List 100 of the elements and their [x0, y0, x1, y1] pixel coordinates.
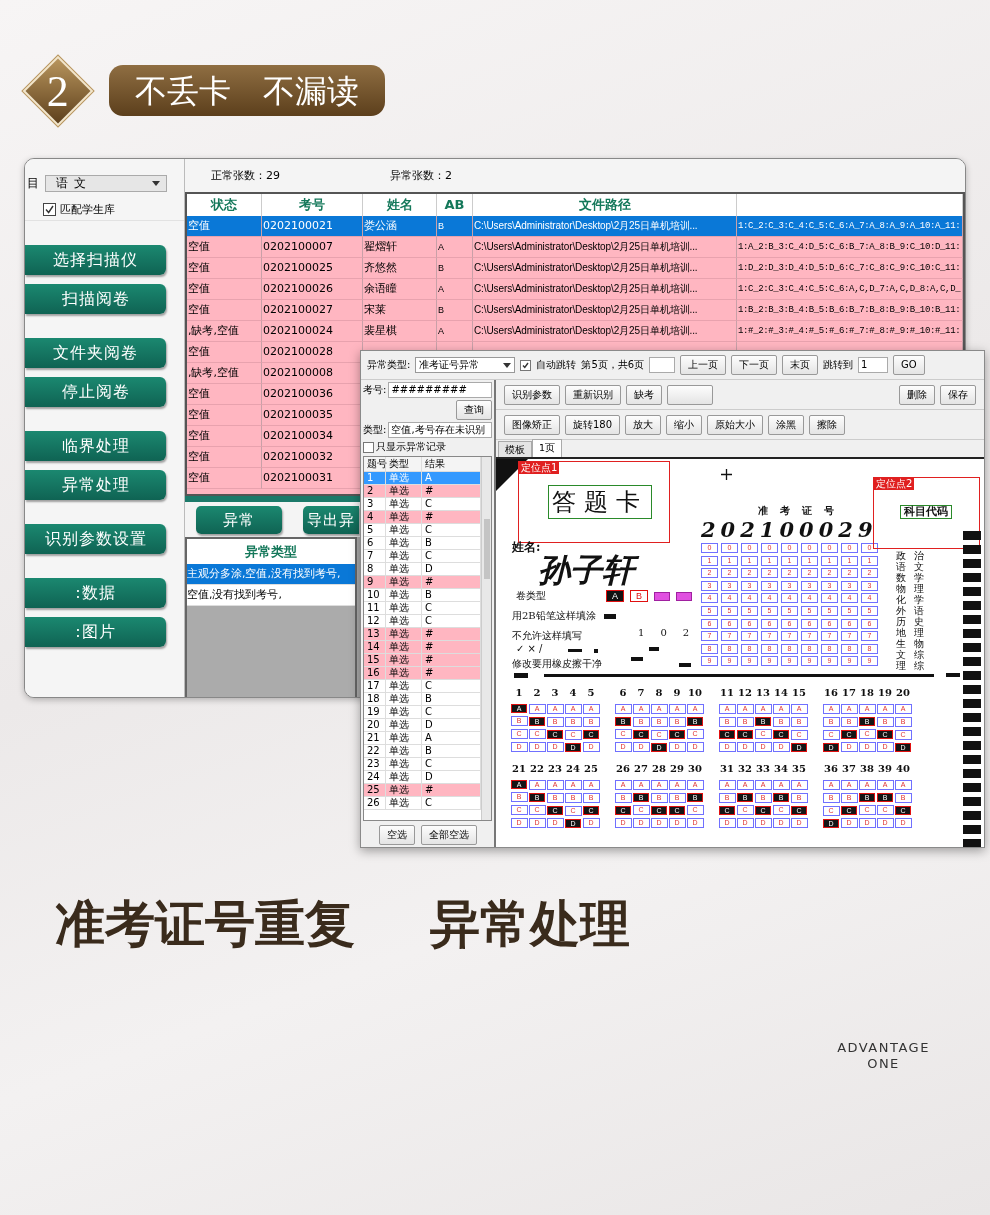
- field-label: 姓名:: [512, 539, 541, 555]
- table-cell: 单选: [386, 758, 422, 770]
- question-number: 40: [896, 763, 910, 774]
- section-title: 科目代码: [900, 505, 952, 520]
- question-number: 7: [637, 687, 645, 698]
- table-cell: 单选: [386, 745, 422, 757]
- table-cell: 单选: [386, 485, 422, 497]
- table-cell: 单选: [386, 784, 422, 796]
- instruction-text: 用2B铅笔这样填涂: [512, 609, 596, 623]
- code-digit: 2: [682, 627, 690, 638]
- table-cell: 9: [364, 576, 386, 588]
- table-cell: 13: [364, 628, 386, 640]
- table-cell: 25: [364, 784, 386, 796]
- question-number: 34: [774, 763, 788, 774]
- question-number: 5: [587, 687, 595, 698]
- table-cell: 10: [364, 589, 386, 601]
- table-cell: 单选: [386, 628, 422, 640]
- table-cell: 1: [364, 472, 386, 484]
- table-cell: 15: [364, 654, 386, 666]
- question-number: 3: [551, 687, 559, 698]
- table-cell: 2: [364, 485, 386, 497]
- field-label: 异常类型:: [367, 358, 411, 372]
- table-cell: 22: [364, 745, 386, 757]
- question-number: 25: [584, 763, 598, 774]
- table-cell: 20: [364, 719, 386, 731]
- anchor-label: 定位点2: [874, 478, 915, 490]
- field-label: 类型:: [363, 423, 387, 437]
- subject-label: 文综: [896, 649, 932, 660]
- checkbox-label: 匹配学生库: [60, 201, 115, 217]
- checkbox-label: 自动跳转: [536, 358, 577, 372]
- question-number: 28: [652, 763, 666, 774]
- question-number: 11: [720, 687, 734, 698]
- question-number: 26: [616, 763, 630, 774]
- table-cell: 单选: [386, 771, 422, 783]
- table-cell: 单选: [386, 550, 422, 562]
- subject-label: 化学: [896, 594, 932, 605]
- field-label: 目: [27, 175, 39, 192]
- subject-label: 生物: [896, 638, 932, 649]
- question-number: 10: [688, 687, 702, 698]
- table-cell: 14: [364, 641, 386, 653]
- question-number: 27: [634, 763, 648, 774]
- code-digit: 0: [660, 627, 667, 638]
- question-number: 4: [569, 687, 577, 698]
- table-cell: 单选: [386, 472, 422, 484]
- question-number: 12: [738, 687, 752, 698]
- brand-text: ONE: [867, 1056, 900, 1072]
- instruction-text: 不允许这样填写: [512, 629, 582, 643]
- anchor-label: 定位点1: [519, 462, 560, 474]
- table-cell: 单选: [386, 732, 422, 744]
- subject-label: 外语: [896, 605, 932, 616]
- field-label: 考号:: [363, 383, 387, 397]
- question-number: 1: [515, 687, 523, 698]
- field-label: 跳转到: [823, 358, 854, 372]
- table-cell: 16: [364, 667, 386, 679]
- table-cell: 单选: [386, 589, 422, 601]
- table-cell: 单选: [386, 654, 422, 666]
- question-number: 19: [878, 687, 892, 698]
- table-cell: 单选: [386, 537, 422, 549]
- table-cell: 单选: [386, 797, 422, 809]
- question-number: 23: [548, 763, 562, 774]
- question-number: 38: [860, 763, 874, 774]
- question-number: 35: [792, 763, 806, 774]
- table-cell: 3: [364, 498, 386, 510]
- column-header: 异常类型: [187, 539, 355, 564]
- question-number: 29: [670, 763, 684, 774]
- column-header: 题号: [364, 457, 386, 471]
- table-cell: 5: [364, 524, 386, 536]
- question-number: 37: [842, 763, 856, 774]
- table-cell: 4: [364, 511, 386, 523]
- question-number: 14: [774, 687, 788, 698]
- table-cell: 单选: [386, 563, 422, 575]
- code-digit: 1: [638, 627, 645, 638]
- table-cell: 23: [364, 758, 386, 770]
- table-cell: 21: [364, 732, 386, 744]
- table-cell: 17: [364, 680, 386, 692]
- question-number: 22: [530, 763, 544, 774]
- question-number: 36: [824, 763, 838, 774]
- table-cell: 单选: [386, 615, 422, 627]
- question-number: 32: [738, 763, 752, 774]
- question-number: 24: [566, 763, 580, 774]
- wrong-marks-text: ✓ × /: [516, 643, 543, 654]
- table-cell: 12: [364, 615, 386, 627]
- checkbox-label: 只显示异常记录: [376, 440, 446, 454]
- table-cell: 7: [364, 550, 386, 562]
- count-label: 异常张数：2: [390, 168, 452, 183]
- subject-label: 政治: [896, 550, 932, 561]
- question-number: 18: [860, 687, 874, 698]
- question-number: 31: [720, 763, 734, 774]
- table-cell: 单选: [386, 719, 422, 731]
- table-cell: 空值: [187, 468, 262, 489]
- table-cell: 19: [364, 706, 386, 718]
- question-number: 2: [533, 687, 541, 698]
- subject-label: 理综: [896, 660, 932, 671]
- step-badge: 2: [25, 57, 91, 124]
- question-number: 6: [619, 687, 627, 698]
- table-cell: 24: [364, 771, 386, 783]
- table-cell: 单选: [386, 524, 422, 536]
- table-cell: 单选: [386, 602, 422, 614]
- question-number: 30: [688, 763, 702, 774]
- table-cell: 单选: [386, 667, 422, 679]
